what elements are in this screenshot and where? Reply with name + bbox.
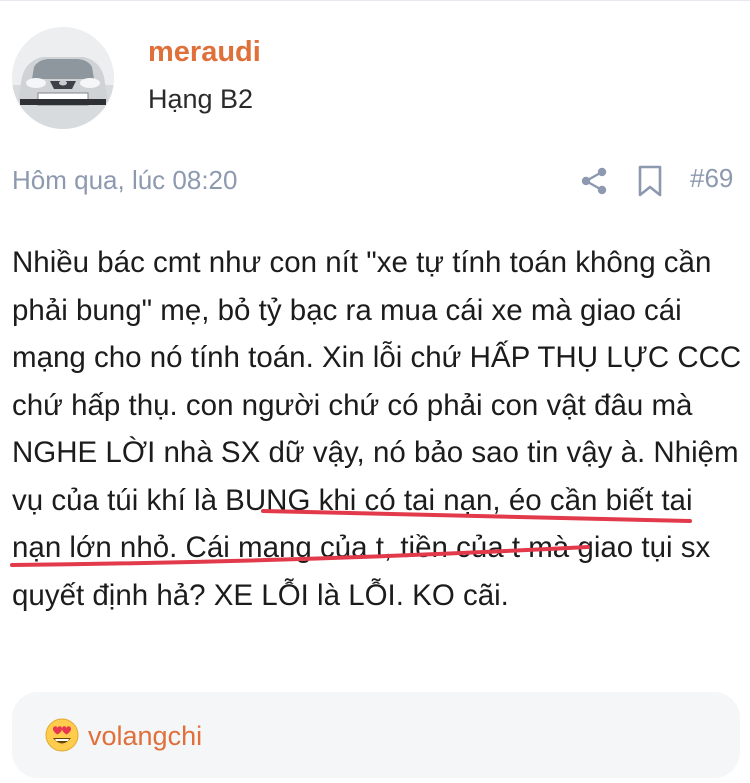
avatar[interactable] — [12, 27, 114, 129]
user-rank: Hạng B2 — [148, 84, 254, 114]
username[interactable]: meraudi — [148, 36, 261, 69]
share-icon[interactable] — [578, 165, 610, 197]
heart-eyes-emoji-icon — [45, 718, 79, 752]
post-number-link[interactable]: #69 — [690, 163, 733, 194]
reactions-bar[interactable]: volangchi — [12, 692, 740, 778]
post-message: Nhiều bác cmt như con nít "xe tự tính to… — [12, 246, 742, 612]
bookmark-icon[interactable] — [635, 164, 665, 198]
reaction-username[interactable]: volangchi — [88, 721, 202, 752]
top-divider — [0, 0, 750, 1]
post-timestamp[interactable]: Hôm qua, lúc 08:20 — [12, 165, 237, 196]
